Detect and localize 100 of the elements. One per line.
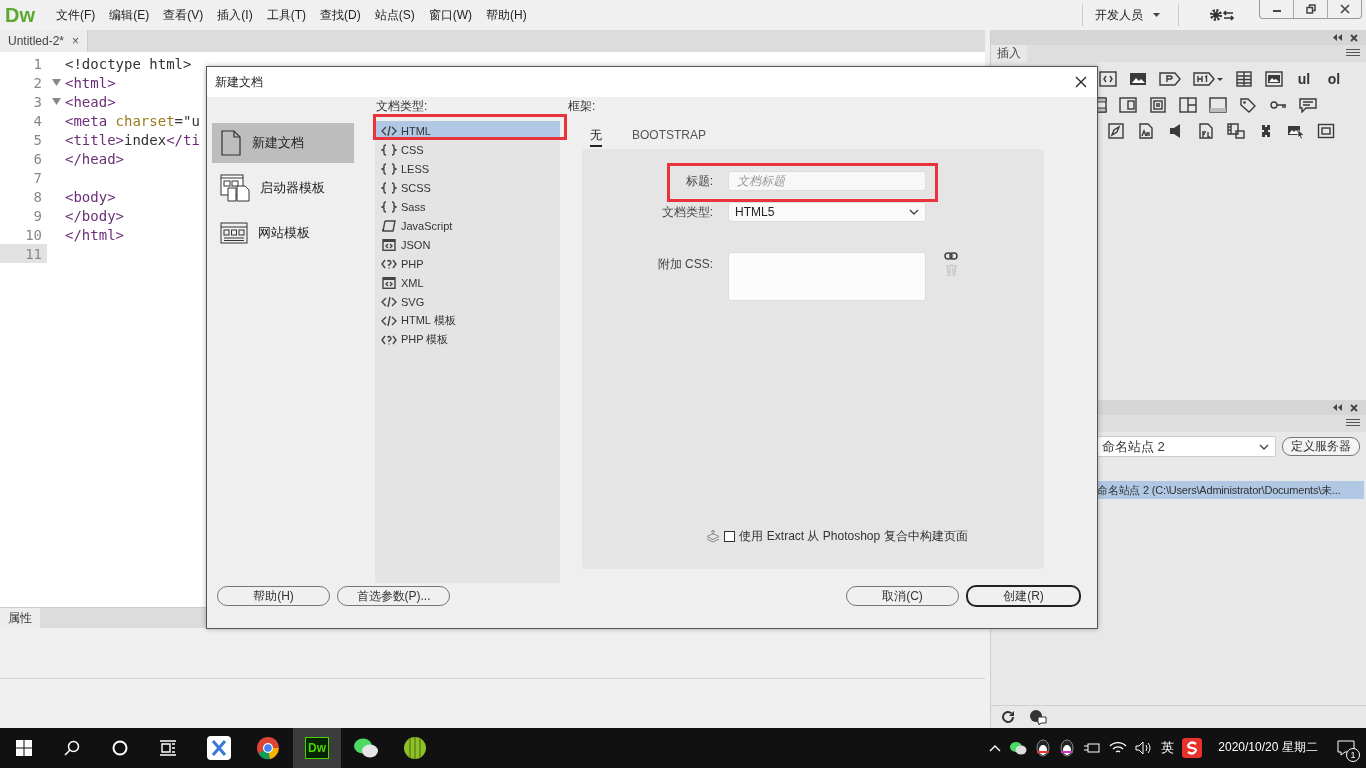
caret-up-icon[interactable] (989, 744, 1001, 752)
doc-type-item[interactable]: SCSS (375, 178, 560, 197)
input-language[interactable]: 英 (1161, 739, 1174, 757)
flash-document-icon[interactable] (1197, 123, 1215, 139)
dialog-button[interactable]: 首选参数(P)... (337, 586, 450, 606)
doctype-dropdown[interactable]: HTML5 (728, 202, 926, 222)
image-icon[interactable] (1129, 71, 1147, 87)
code-question-icon (381, 257, 397, 270)
input-method-icon[interactable] (1182, 738, 1202, 758)
doc-type-item[interactable]: SVG (375, 292, 560, 311)
dialog-button[interactable]: 帮助(H) (217, 586, 330, 606)
menu-item[interactable]: 编辑(E) (102, 6, 157, 24)
category-item[interactable]: 启动器模板 (212, 168, 354, 208)
menu-item[interactable]: 站点(S) (367, 6, 422, 24)
comment-icon[interactable] (1299, 97, 1317, 113)
menu-item[interactable]: 查找(D) (313, 6, 368, 24)
settings-icon[interactable] (1209, 8, 1235, 22)
line-number: 10 (24, 225, 43, 244)
site-dropdown[interactable]: 命名站点 2 (1095, 436, 1276, 457)
define-server-button[interactable]: 定义服务器 (1282, 437, 1360, 456)
paragraph-tag-icon[interactable] (1159, 71, 1181, 87)
document-code-icon (381, 276, 397, 289)
menu-item[interactable]: 插入(I) (210, 6, 260, 24)
close-icon[interactable] (1350, 403, 1358, 412)
dialog-button[interactable]: 取消(C) (846, 586, 959, 606)
notification-button[interactable]: 1 (1334, 736, 1358, 760)
animate-document-icon[interactable] (1137, 123, 1155, 139)
framework-tab[interactable]: BOOTSTRAP (632, 125, 706, 147)
doc-type-item[interactable]: JavaScript (375, 216, 560, 235)
globe-chat-icon[interactable] (1029, 709, 1047, 725)
table-icon[interactable] (1235, 71, 1253, 87)
document-tab[interactable]: Untitled-2* × (0, 30, 89, 52)
doc-type-item[interactable]: XML (375, 273, 560, 292)
chat-bubbles-icon[interactable] (1009, 740, 1027, 756)
framework-tab[interactable]: 无 (590, 125, 602, 147)
doc-type-item[interactable]: Sass (375, 197, 560, 216)
site-row[interactable]: 命名站点 2 (C:\Users\Administrator\Documents\未... (1095, 481, 1364, 499)
doc-type-item[interactable]: LESS (375, 159, 560, 178)
pen-icon[interactable] (1107, 123, 1125, 139)
link-icon[interactable] (944, 252, 958, 260)
extract-checkbox[interactable] (724, 531, 736, 542)
menu-icon[interactable] (1346, 419, 1360, 428)
fold-icon[interactable] (51, 98, 61, 105)
refresh-icon[interactable] (1001, 710, 1015, 724)
close-icon[interactable] (1350, 33, 1358, 42)
footer-layout-icon[interactable] (1209, 97, 1227, 113)
menu-icon[interactable] (1346, 49, 1360, 58)
menu-item[interactable]: 工具(T) (259, 6, 313, 24)
line-number: 6 (32, 149, 43, 168)
code-line: <head> (65, 93, 116, 110)
video-file-icon[interactable] (1227, 123, 1245, 139)
doc-type-item[interactable]: JSON (375, 235, 560, 254)
taskbar-app[interactable]: Dw (293, 728, 341, 768)
menu-item[interactable]: 查看(V) (156, 6, 211, 24)
line-number: 11 (0, 244, 47, 263)
wifi-icon[interactable] (1109, 741, 1127, 755)
restore-icon (1305, 4, 1316, 14)
dialog-button[interactable]: 创建(R) (966, 585, 1081, 607)
tag-icon[interactable] (1239, 97, 1257, 113)
image-cursor-icon[interactable] (1287, 123, 1305, 139)
close-icon[interactable] (1075, 76, 1087, 88)
insert-tab[interactable]: 插入 (991, 45, 1027, 62)
menu-item[interactable]: 文件(F) (49, 6, 103, 24)
workspace-switcher[interactable]: 开发人员 (1082, 4, 1179, 26)
list-insert-button[interactable]: ol (1325, 71, 1343, 87)
list-insert-button[interactable]: ul (1295, 71, 1313, 87)
image-frame-icon[interactable] (1265, 71, 1283, 87)
penguin-icon[interactable] (1035, 739, 1051, 757)
bamboo-icon (403, 736, 427, 760)
app-logo: Dw (5, 3, 35, 27)
browser-icon (256, 736, 280, 760)
menu-item[interactable]: 帮助(H) (479, 6, 534, 24)
frame-icon[interactable] (1317, 123, 1335, 139)
clock-date[interactable]: 2020/10/20 星期二 (1210, 739, 1326, 756)
doc-type-item[interactable]: CSS (375, 140, 560, 159)
menu-item[interactable]: 窗口(W) (421, 6, 479, 24)
columns-layout-icon[interactable] (1179, 97, 1197, 113)
doc-type-item[interactable]: PHP 模板 (375, 330, 560, 349)
fold-icon[interactable] (51, 79, 61, 86)
collapse-icon[interactable] (1333, 404, 1342, 411)
css-list-field[interactable] (728, 252, 926, 301)
title-field[interactable]: 文档标题 (728, 171, 926, 191)
sidebar-layout-icon[interactable] (1119, 97, 1137, 113)
windows-logo-icon (16, 740, 32, 756)
collapse-icon[interactable] (1333, 34, 1342, 41)
tab-close-button[interactable]: × (72, 34, 80, 48)
penguin-icon[interactable] (1059, 739, 1075, 757)
cross-app-icon (207, 736, 231, 760)
volume-icon[interactable] (1135, 741, 1153, 755)
line-number: 3 (32, 92, 43, 111)
article-icon[interactable] (1149, 97, 1167, 113)
braces-icon (381, 181, 397, 194)
doc-type-item[interactable]: HTML 模板 (375, 311, 560, 330)
code-line: <!doctype html> (65, 55, 192, 72)
code-block-icon[interactable] (1099, 71, 1117, 87)
category-item[interactable]: 网站模板 (212, 213, 354, 253)
properties-tab[interactable]: 属性 (0, 608, 40, 628)
category-item[interactable]: 新建文档 (212, 123, 354, 163)
doc-type-item[interactable]: PHP (375, 254, 560, 273)
heading-tag-icon[interactable] (1193, 71, 1223, 87)
